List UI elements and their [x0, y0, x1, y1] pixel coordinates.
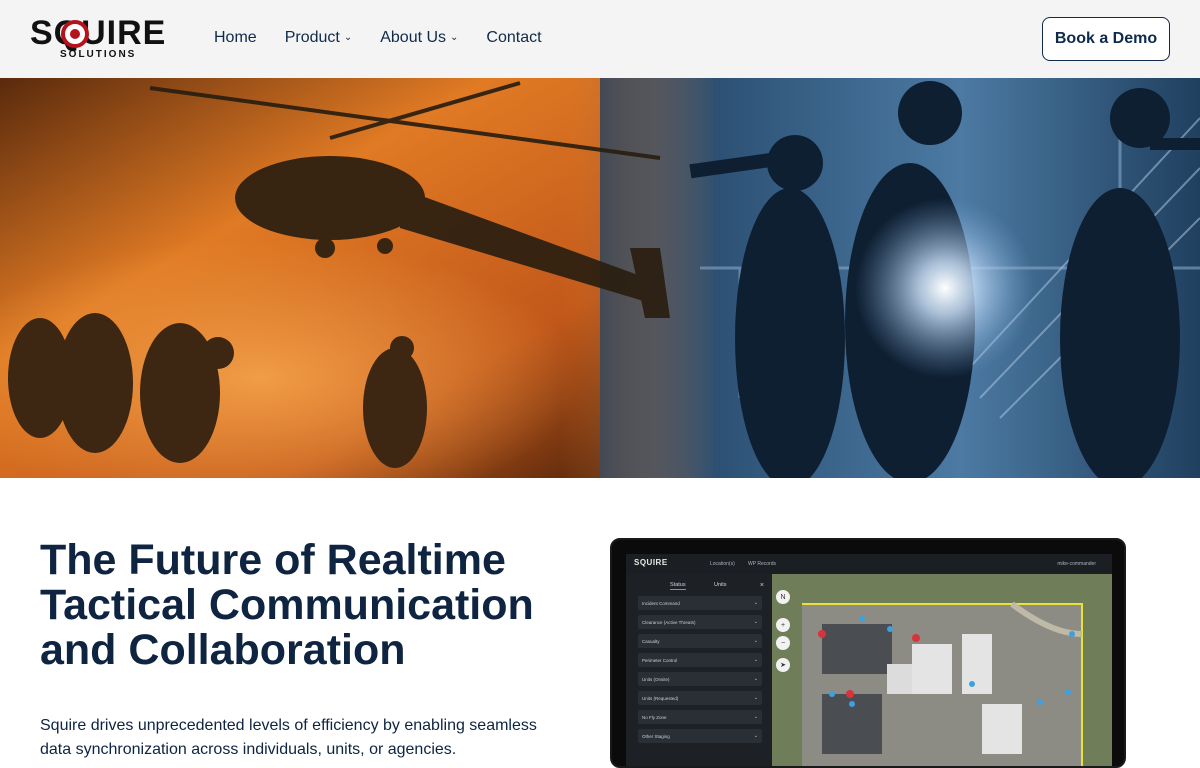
app-screen: SQUIRE Location(s) WP Records mike-comma… [626, 554, 1112, 766]
close-icon: × [759, 582, 764, 589]
page-headline: The Future of Realtime Tactical Communic… [40, 536, 534, 674]
app-side-item-label: Clearance (Active Threats) [642, 619, 696, 625]
app-side-item: Perimeter Control ⌄ [638, 653, 762, 667]
nav-contact[interactable]: Contact [486, 29, 541, 47]
logo-wordmark: SQUIRE [30, 14, 167, 52]
squire-logo[interactable]: SQUIRE SOLUTIONS [30, 16, 182, 62]
nav-home-label: Home [214, 29, 257, 46]
app-side-panel: Status Units × Incident Command ⌄ Clearan… [626, 574, 772, 766]
app-side-item-label: Perimeter Control [642, 657, 678, 663]
book-demo-button[interactable]: Book a Demo [1042, 17, 1170, 61]
chevron-down-icon: ⌄ [450, 31, 459, 43]
app-user-menu: mike-commander [1057, 561, 1096, 567]
chevron-down-icon: ⌄ [753, 676, 758, 682]
app-side-tabs: Status Units × [626, 580, 772, 594]
chevron-down-icon: ⌄ [753, 714, 758, 720]
chevron-down-icon: ⌄ [753, 657, 758, 663]
app-side-item: Units (Requested) ⌄ [638, 691, 762, 705]
chevron-down-icon: ⌄ [753, 619, 758, 625]
site-header: SQUIRE SOLUTIONS Home Product ⌄ About Us… [0, 0, 1200, 78]
nav-about-label: About Us [380, 29, 447, 46]
app-side-item-label: Other Staging [642, 733, 670, 739]
app-side-item: Other Staging ⌄ [638, 729, 762, 743]
target-icon [61, 20, 89, 48]
app-side-item: Incident Command ⌄ [638, 596, 762, 610]
intro-paragraph: Squire drives unprecedented levels of ef… [40, 717, 537, 758]
app-side-tab-units: Units [714, 582, 727, 588]
app-side-item: Units (Onsite) ⌄ [638, 672, 762, 686]
app-side-item: Casualty ⌄ [638, 634, 762, 648]
nav-product-label: Product [284, 29, 340, 46]
nav-home[interactable]: Home [214, 29, 257, 47]
hero-image [0, 78, 1200, 478]
locate-icon[interactable]: ➤ [776, 658, 790, 672]
main-nav: Home Product ⌄ About Us ⌄ Contact [214, 29, 542, 47]
nav-about-us[interactable]: About Us ⌄ [380, 29, 458, 47]
zoom-in-icon[interactable]: + [776, 618, 790, 632]
chevron-down-icon: ⌄ [343, 31, 353, 43]
app-screenshot-device: SQUIRE Location(s) WP Records mike-comma… [610, 538, 1126, 768]
compass-icon[interactable]: N [776, 590, 790, 604]
app-side-item-label: No Fly Zone [642, 714, 667, 720]
app-side-item-label: Casualty [642, 638, 660, 644]
logo-subtitle: SOLUTIONS [60, 49, 137, 60]
nav-contact-label: Contact [486, 29, 542, 46]
zoom-out-icon[interactable]: − [776, 636, 790, 650]
app-map: N + − ➤ [772, 574, 1112, 766]
app-side-item-label: Units (Requested) [642, 695, 679, 701]
chevron-down-icon: ⌄ [753, 638, 758, 644]
app-side-item-label: Units (Onsite) [642, 676, 670, 682]
hero-illustration [0, 78, 1200, 478]
chevron-down-icon: ⌄ [753, 733, 758, 739]
chevron-down-icon: ⌄ [753, 695, 758, 701]
app-side-item: Clearance (Active Threats) ⌄ [638, 615, 762, 629]
app-side-tab-status: Status [670, 582, 686, 590]
app-tab-wp-records: WP Records [748, 561, 776, 567]
nav-product[interactable]: Product ⌄ [285, 29, 353, 47]
app-tab-locations: Location(s) [710, 561, 735, 567]
app-logo: SQUIRE [634, 558, 668, 567]
app-top-bar: SQUIRE Location(s) WP Records mike-comma… [626, 554, 1112, 574]
app-side-item-label: Incident Command [642, 600, 680, 606]
app-side-item: No Fly Zone ⌄ [638, 710, 762, 724]
chevron-down-icon: ⌄ [753, 600, 758, 606]
map-illustration [772, 574, 1112, 766]
